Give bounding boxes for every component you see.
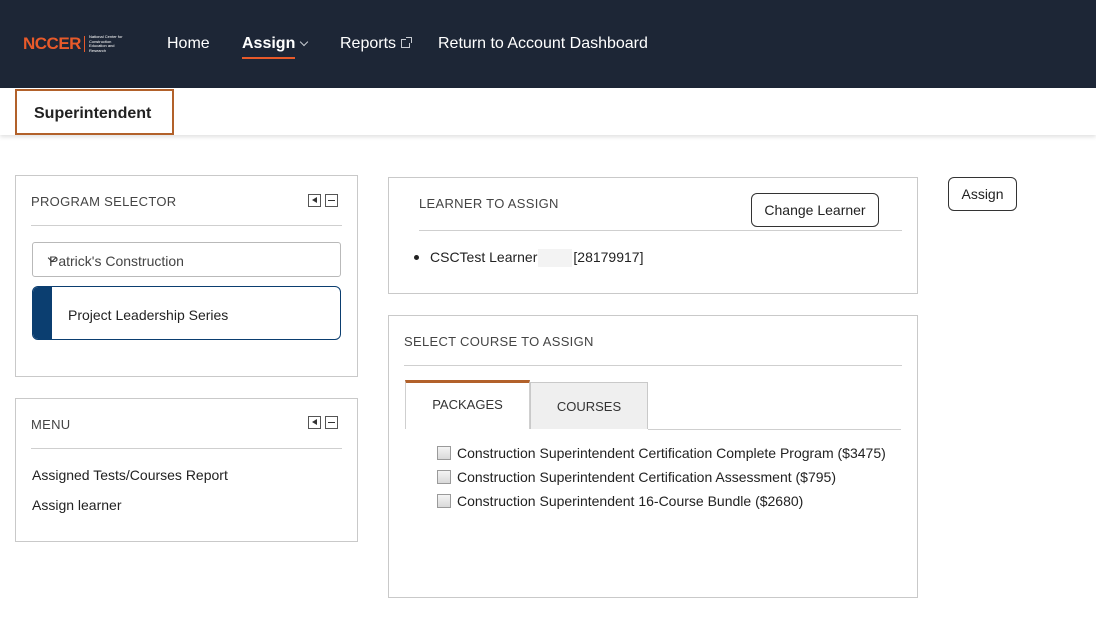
program-card[interactable]: Project Leadership Series bbox=[32, 286, 341, 340]
package-row: Construction Superintendent 16-Course Bu… bbox=[437, 493, 803, 509]
program-card-label: Project Leadership Series bbox=[68, 307, 229, 323]
tab-baseline bbox=[648, 429, 901, 430]
chevron-down-icon bbox=[299, 37, 309, 47]
minimize-icon[interactable] bbox=[325, 416, 338, 429]
nccer-logo[interactable]: NCCER National Center for Construction E… bbox=[23, 34, 129, 54]
tab-courses[interactable]: COURSES bbox=[530, 382, 648, 429]
learner-panel-title: LEARNER TO ASSIGN bbox=[419, 196, 559, 211]
company-select-value: Patrick's Construction bbox=[49, 253, 184, 269]
collapse-left-icon[interactable] bbox=[308, 416, 321, 429]
learner-list-item: CSCTest Learner [28179917] bbox=[414, 249, 644, 268]
redacted-text bbox=[538, 249, 573, 268]
course-select-panel: SELECT COURSE TO ASSIGN PACKAGES COURSES… bbox=[388, 315, 918, 598]
program-selector-title: PROGRAM SELECTOR bbox=[31, 194, 177, 209]
menu-title: MENU bbox=[31, 417, 71, 432]
menu-panel: MENU Assigned Tests/Courses Report Assig… bbox=[15, 398, 358, 542]
panel-divider bbox=[31, 448, 342, 449]
logo-wordmark: NCCER bbox=[23, 34, 81, 53]
learner-panel: LEARNER TO ASSIGN Change Learner CSCTest… bbox=[388, 177, 918, 294]
tab-packages[interactable]: PACKAGES bbox=[405, 380, 530, 429]
package-label: Construction Superintendent 16-Course Bu… bbox=[457, 493, 804, 509]
panel-divider bbox=[419, 230, 902, 231]
external-link-icon bbox=[401, 37, 413, 48]
role-tab[interactable]: Superintendent bbox=[15, 89, 174, 135]
menu-item-assign-learner[interactable]: Assign learner bbox=[32, 497, 122, 513]
change-learner-button[interactable]: Change Learner bbox=[751, 193, 879, 227]
nav-reports-label: Reports bbox=[340, 35, 397, 52]
active-nav-underline bbox=[242, 57, 295, 59]
package-row: Construction Superintendent Certificatio… bbox=[437, 445, 886, 461]
top-navbar: NCCER National Center for Construction E… bbox=[0, 0, 1096, 88]
nav-assign-label: Assign bbox=[242, 35, 296, 52]
menu-item-assigned-report[interactable]: Assigned Tests/Courses Report bbox=[32, 467, 228, 483]
package-label: Construction Superintendent Certificatio… bbox=[457, 445, 886, 461]
panel-divider bbox=[404, 365, 902, 366]
nav-assign-menu[interactable]: Assign bbox=[242, 34, 309, 59]
package-label: Construction Superintendent Certificatio… bbox=[457, 469, 836, 485]
role-label: Superintendent bbox=[34, 105, 152, 122]
learner-id: [28179917] bbox=[573, 249, 644, 265]
program-card-accent bbox=[33, 287, 52, 339]
panel-controls bbox=[308, 194, 338, 207]
course-select-title: SELECT COURSE TO ASSIGN bbox=[404, 334, 594, 349]
panel-divider bbox=[31, 225, 342, 226]
package-row: Construction Superintendent Certificatio… bbox=[437, 469, 836, 485]
assign-button[interactable]: Assign bbox=[948, 177, 1017, 211]
logo-tagline: National Center for Construction Educati… bbox=[88, 34, 123, 53]
company-select[interactable]: Patrick's Construction bbox=[32, 242, 341, 277]
learner-name: CSCTest Learner bbox=[430, 249, 538, 265]
panel-controls bbox=[308, 416, 338, 429]
collapse-left-icon[interactable] bbox=[308, 194, 321, 207]
nav-home-link[interactable]: Home bbox=[167, 34, 210, 54]
logo-divider bbox=[83, 36, 85, 52]
package-checkbox[interactable] bbox=[437, 446, 451, 460]
package-checkbox[interactable] bbox=[437, 470, 451, 484]
bullet-icon bbox=[414, 254, 419, 260]
nav-reports-link[interactable]: Reports bbox=[340, 34, 413, 54]
package-checkbox[interactable] bbox=[437, 494, 451, 508]
nav-return-dashboard-link[interactable]: Return to Account Dashboard bbox=[438, 34, 648, 54]
minimize-icon[interactable] bbox=[325, 194, 338, 207]
program-selector-panel: PROGRAM SELECTOR Patrick's Construction … bbox=[15, 175, 358, 377]
